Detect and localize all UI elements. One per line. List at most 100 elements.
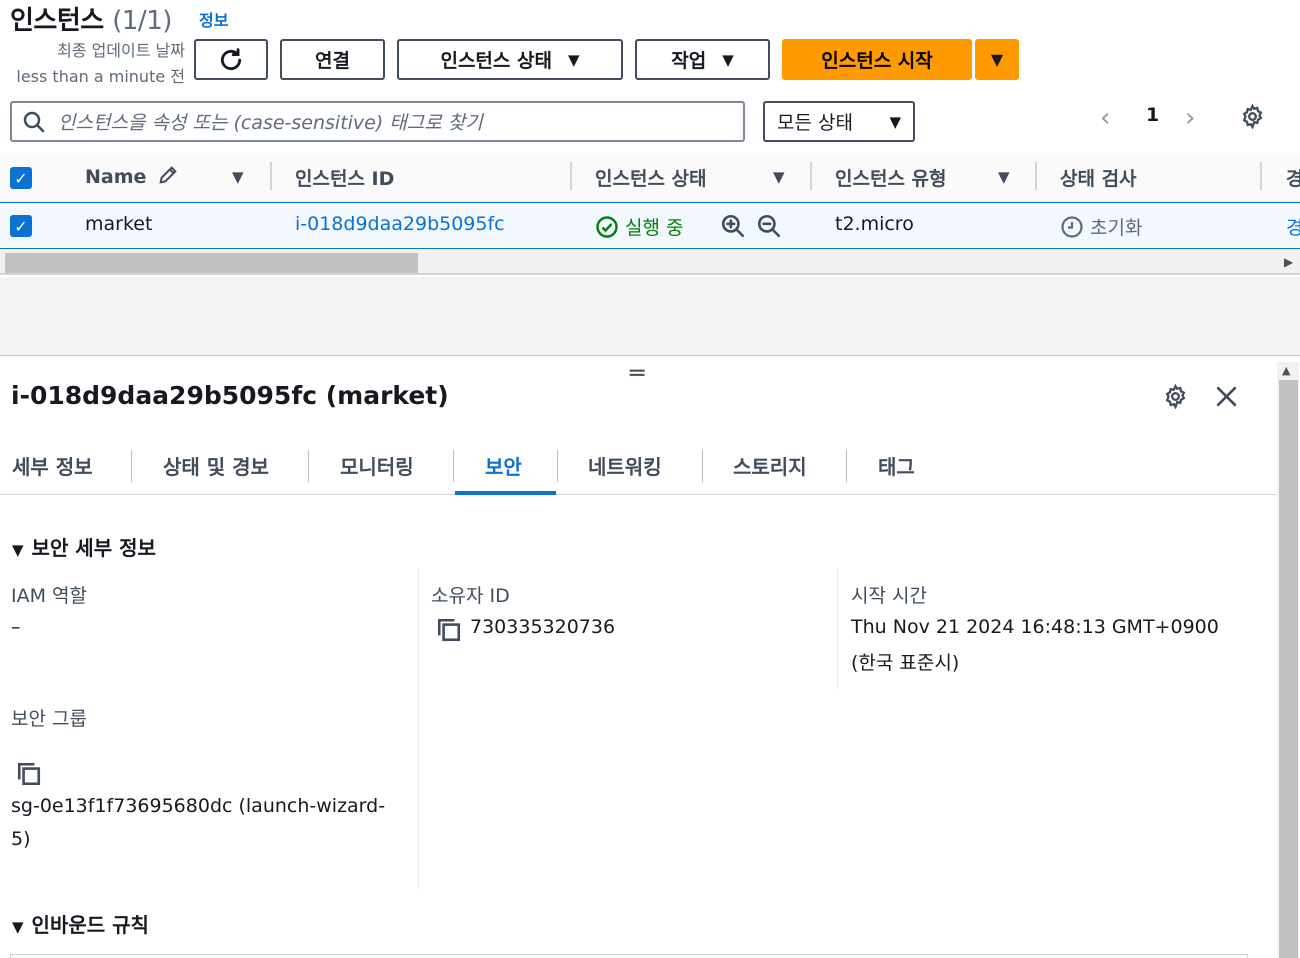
alarm-status-link[interactable]: 경 — [1286, 213, 1300, 240]
active-tab-indicator — [455, 491, 556, 495]
owner-id-value: 730335320736 — [470, 616, 616, 638]
copy-owner-id-button[interactable] — [436, 617, 462, 647]
inbound-rules-toggle[interactable]: ▼ 인바운드 규칙 — [12, 909, 149, 938]
horizontal-scrollbar-thumb[interactable] — [5, 253, 418, 273]
column-divider[interactable] — [570, 162, 572, 190]
launch-options-dropdown[interactable]: ▼ — [975, 39, 1019, 80]
column-header-instance-state[interactable]: 인스턴스 상태 — [595, 164, 707, 191]
instance-count: (1/1) — [112, 6, 172, 36]
copy-security-group-button[interactable] — [16, 761, 42, 791]
caret-down-icon: ▼ — [990, 50, 1004, 69]
zoom-in-icon — [721, 214, 745, 238]
tab-monitoring[interactable]: 모니터링 — [340, 451, 414, 480]
column-name-label: Name — [85, 166, 147, 188]
tabs-baseline — [0, 494, 1276, 495]
column-divider[interactable] — [1035, 162, 1037, 190]
connect-button[interactable]: 연결 — [280, 39, 385, 80]
close-panel-button[interactable] — [1214, 384, 1239, 413]
last-updated-label: 최종 업데이트 날짜 — [57, 41, 185, 60]
gear-icon — [1242, 103, 1263, 130]
instance-state-text: 실행 중 — [625, 217, 684, 239]
instance-id-link[interactable]: i-018d9daa29b5095fc — [295, 213, 505, 235]
security-group-link-cont[interactable]: 5) — [11, 828, 31, 850]
status-check: 초기화 — [1060, 213, 1142, 240]
column-divider[interactable] — [270, 162, 272, 190]
pencil-icon — [159, 166, 177, 184]
tab-status-alarms[interactable]: 상태 및 경보 — [163, 451, 269, 480]
copy-icon — [437, 618, 461, 642]
scroll-up-arrow-icon[interactable]: ▲ — [1282, 364, 1290, 377]
launch-time-value: Thu Nov 21 2024 16:48:13 GMT+0900 — [851, 616, 1219, 638]
tab-divider — [557, 450, 558, 482]
column-header-status-check[interactable]: 상태 검사 — [1060, 164, 1137, 191]
state-filter-select[interactable]: 모든 상태 ▼ — [763, 101, 915, 142]
launch-time-label: 시작 시간 — [851, 585, 927, 607]
instance-state-label: 인스턴스 상태 — [440, 50, 552, 72]
security-details-heading: 보안 세부 정보 — [31, 536, 156, 560]
details-title: i-018d9daa29b5095fc (market) — [11, 381, 449, 410]
caret-down-icon: ▼ — [567, 50, 580, 69]
tab-divider — [702, 450, 703, 482]
page-title-text: 인스턴스 — [10, 6, 104, 36]
next-page-button[interactable]: › — [1185, 103, 1195, 133]
security-group-link[interactable]: sg-0e13f1f73695680dc (launch-wizard- — [11, 795, 385, 817]
iam-role-label: IAM 역할 — [11, 585, 87, 607]
search-placeholder: 인스턴스을 속성 또는 (case-sensitive) 태그로 찾기 — [58, 112, 483, 134]
search-icon — [23, 111, 45, 132]
last-updated: 최종 업데이트 날짜 less than a minute 전 — [10, 38, 185, 90]
caret-down-icon: ▼ — [889, 112, 901, 131]
caret-down-icon: ▼ — [12, 918, 24, 936]
tab-networking[interactable]: 네트워킹 — [588, 451, 662, 480]
tab-divider — [308, 450, 309, 482]
tab-divider — [131, 450, 132, 482]
caret-down-icon: ▼ — [12, 541, 24, 559]
refresh-button[interactable] — [194, 39, 268, 80]
instance-state-running: 실행 중 — [595, 213, 683, 240]
instance-type: t2.micro — [835, 213, 914, 235]
column-divider[interactable] — [810, 162, 812, 190]
iam-role-value: – — [11, 616, 21, 638]
preferences-button[interactable] — [1240, 103, 1265, 133]
launch-instance-button[interactable]: 인스턴스 시작 — [782, 39, 972, 80]
sort-caret-icon[interactable]: ▼ — [232, 168, 244, 186]
tab-storage[interactable]: 스토리지 — [733, 451, 807, 480]
state-filter-value: 모든 상태 — [777, 112, 853, 134]
panel-settings-button[interactable] — [1163, 383, 1188, 413]
tab-tags[interactable]: 태그 — [878, 451, 915, 480]
caret-down-icon: ▼ — [722, 50, 734, 69]
last-updated-value: less than a minute 전 — [16, 67, 185, 86]
sort-caret-icon[interactable]: ▼ — [773, 168, 785, 186]
zoom-in-button[interactable] — [720, 213, 746, 243]
instance-name: market — [85, 213, 153, 235]
search-input[interactable]: 인스턴스을 속성 또는 (case-sensitive) 태그로 찾기 — [10, 101, 745, 142]
column-divider[interactable] — [1260, 162, 1262, 190]
tab-details[interactable]: 세부 정보 — [12, 451, 93, 480]
column-header-instance-id[interactable]: 인스턴스 ID — [295, 164, 394, 191]
scroll-right-arrow-icon[interactable]: ▶ — [1284, 255, 1293, 269]
owner-id-label: 소유자 ID — [431, 585, 510, 607]
zoom-out-button[interactable] — [756, 213, 782, 243]
current-page[interactable]: 1 — [1146, 104, 1159, 126]
select-all-checkbox[interactable]: ✓ — [10, 167, 32, 189]
launch-time-timezone: (한국 표준시) — [851, 652, 960, 674]
zoom-out-icon — [757, 214, 781, 238]
tab-security[interactable]: 보안 — [485, 451, 522, 480]
prev-page-button[interactable]: ‹ — [1100, 103, 1110, 133]
sort-caret-icon[interactable]: ▼ — [998, 168, 1010, 186]
instance-state-dropdown[interactable]: 인스턴스 상태 ▼ — [397, 39, 623, 80]
resize-handle-icon[interactable]: ═ — [630, 359, 644, 387]
clock-icon — [1061, 215, 1083, 238]
tab-divider — [846, 450, 847, 482]
inbound-rules-heading: 인바운드 규칙 — [31, 913, 149, 937]
close-icon — [1216, 386, 1237, 407]
security-details-toggle[interactable]: ▼ 보안 세부 정보 — [12, 532, 156, 561]
actions-dropdown[interactable]: 작업 ▼ — [635, 39, 770, 80]
copy-icon — [17, 762, 41, 786]
column-header-name[interactable]: Name — [85, 164, 179, 188]
column-header-alarm[interactable]: 경 — [1286, 164, 1300, 191]
info-link[interactable]: 정보 — [199, 7, 228, 31]
row-checkbox[interactable]: ✓ — [10, 215, 32, 237]
gear-icon — [1165, 383, 1186, 410]
column-header-instance-type[interactable]: 인스턴스 유형 — [835, 164, 947, 191]
vertical-scrollbar-thumb[interactable] — [1279, 380, 1298, 958]
